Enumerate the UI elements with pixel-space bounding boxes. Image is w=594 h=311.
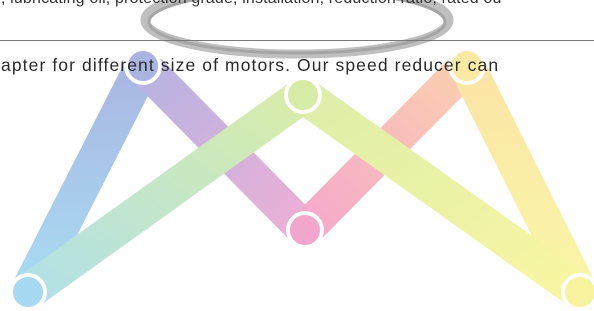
logo-node-top-left — [124, 47, 162, 85]
logo-node-bottom-right — [561, 273, 594, 311]
logo-ring-shape — [140, 0, 454, 59]
m-logo-watermark-icon — [9, 0, 594, 311]
section-divider — [0, 40, 594, 41]
logo-node-bottom-center — [286, 211, 324, 249]
logo-node-top-center — [284, 76, 322, 114]
logo-node-bottom-left — [9, 273, 47, 311]
document-page: y, lubricating oil, protection grade, in… — [0, 0, 594, 311]
logo-node-top-right — [448, 47, 486, 85]
